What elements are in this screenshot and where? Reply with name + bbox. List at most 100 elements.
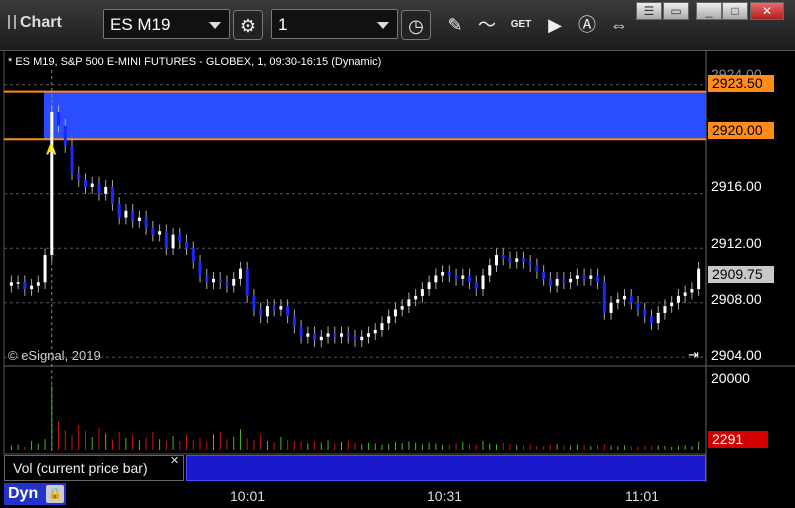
candle-body (468, 275, 472, 283)
candle-body (63, 125, 67, 147)
candle-body (198, 261, 202, 276)
get-button[interactable]: GET (506, 10, 536, 40)
candle-body (569, 278, 573, 283)
candle-body (232, 278, 236, 286)
candle-body (414, 295, 418, 300)
close-icon: ✕ (761, 4, 773, 18)
close-button[interactable]: ✕ (750, 2, 784, 20)
candle-body (481, 275, 485, 290)
candle-body (212, 278, 216, 283)
candle-body (97, 183, 101, 194)
maximize-button[interactable]: □ (722, 2, 748, 20)
candle-body (83, 180, 87, 187)
symbol-combo[interactable]: ES M19 (103, 9, 230, 39)
chevron-down-icon (209, 22, 221, 29)
chart-subtitle: * ES M19, S&P 500 E-MINI FUTURES - GLOBE… (8, 56, 382, 68)
x-tick-label: 10:31 (427, 488, 463, 504)
settings-gear-button[interactable]: ⚙ (233, 10, 263, 40)
candle-body (393, 309, 397, 317)
study-line-icon: 〜 (478, 15, 496, 35)
alerts-button[interactable]: Ⓐ (572, 10, 602, 40)
candle-body (90, 183, 94, 187)
lock-icon[interactable]: 🔒 (46, 485, 64, 503)
chart-toolbar: Chart ES M19 ⚙ 1 ◷ ✎ 〜 GET ▶ Ⓐ ⇔ ☰ ▭ _ □… (0, 0, 795, 51)
candle-body (629, 295, 633, 303)
scroll-to-end-icon[interactable]: ⇥ (688, 347, 699, 363)
candle-body (636, 302, 640, 310)
copyright-text: © eSignal, 2019 (8, 348, 101, 363)
get-label: GET (510, 19, 532, 30)
studies-button[interactable]: 〜 (472, 10, 502, 40)
minimize-button[interactable]: _ (696, 2, 722, 20)
candle-body (272, 306, 276, 310)
candle-body (23, 282, 27, 290)
candle-body (562, 278, 566, 283)
candle-body (589, 275, 593, 279)
candle-body (474, 282, 478, 290)
candle-body (441, 272, 445, 276)
y-tick-label: 2916.00 (711, 178, 762, 194)
candle-body (16, 282, 20, 284)
candle-body (151, 227, 155, 235)
candle-body (548, 278, 552, 286)
clock-icon: ◷ (408, 16, 424, 36)
candle-body (649, 316, 653, 324)
candle-body (205, 275, 209, 283)
candle-body (420, 289, 424, 296)
price-chart[interactable]: A (0, 50, 795, 508)
candle-body (575, 275, 579, 279)
candle-body (306, 333, 310, 337)
candle-body (373, 329, 377, 334)
close-icon[interactable]: ✕ (170, 454, 179, 467)
x-tick-label: 10:01 (230, 488, 266, 504)
candle-body (57, 112, 61, 126)
candle-body (656, 312, 660, 324)
candle-body (144, 217, 148, 228)
candle-body (501, 255, 505, 259)
link-icon: ⇔ (610, 15, 628, 35)
restore-button[interactable]: ▭ (663, 2, 689, 20)
interval-combo[interactable]: 1 (271, 9, 398, 39)
candle-body (528, 261, 532, 266)
candle-body (346, 333, 350, 337)
candle-body (616, 299, 620, 303)
y-tick-label: 2912.00 (711, 235, 762, 251)
play-button[interactable]: ▶ (540, 10, 570, 40)
dynamic-mode-button[interactable]: Dyn 🔒 (4, 483, 66, 505)
grip-icon[interactable] (8, 15, 16, 29)
volume-study-label[interactable]: Vol (current price bar) (4, 455, 184, 481)
candle-body (36, 282, 40, 286)
dyn-label: Dyn (8, 485, 39, 502)
candle-body (515, 258, 519, 262)
candle-body (380, 323, 384, 330)
candle-body (259, 309, 263, 317)
candle-body (609, 302, 613, 313)
candle-body (117, 203, 121, 218)
volume-label-bar (186, 455, 706, 481)
volume-current-tag: 2291 (708, 431, 768, 448)
link-button[interactable]: ⇔ (604, 10, 634, 40)
candle-body (292, 316, 296, 327)
candle-body (427, 282, 431, 290)
candle-body (683, 292, 687, 296)
window-menu-button[interactable]: ☰ (636, 2, 662, 20)
candle-body (555, 278, 559, 286)
candle-body (104, 186, 108, 194)
candle-body (623, 295, 627, 300)
candle-body (407, 299, 411, 307)
time-template-button[interactable]: ◷ (401, 10, 431, 40)
candle-body (158, 231, 162, 235)
candle-body (286, 306, 290, 317)
window-title: Chart (8, 14, 62, 32)
minimize-icon: _ (705, 4, 713, 18)
candle-body (434, 275, 438, 283)
restore-icon: ▭ (670, 4, 682, 18)
candle-body (535, 265, 539, 273)
candle-body (110, 186, 114, 204)
draw-tool-button[interactable]: ✎ (440, 10, 470, 40)
window-title-text: Chart (20, 14, 62, 31)
candle-body (319, 336, 323, 341)
candle-body (185, 241, 189, 249)
candle-body (360, 336, 364, 341)
candle-body (353, 336, 357, 341)
